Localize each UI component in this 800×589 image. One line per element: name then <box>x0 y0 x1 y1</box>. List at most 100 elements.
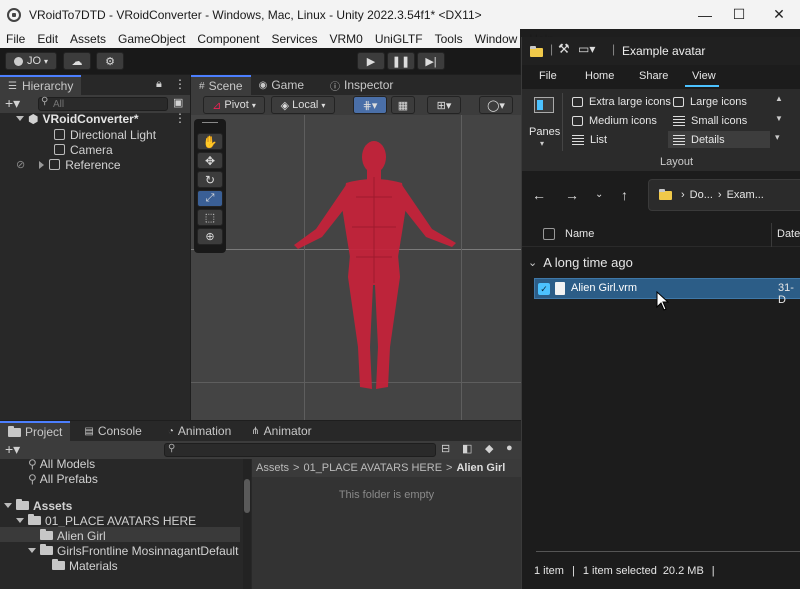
menu-assets[interactable]: Assets <box>64 32 112 46</box>
menu-uniGLTF[interactable]: UniGLTF <box>369 32 429 46</box>
row-checkbox[interactable]: ✓ <box>538 283 550 295</box>
rect-tool[interactable]: ⬚ <box>197 209 223 226</box>
expand-icon[interactable] <box>16 518 24 523</box>
ribbon-tab-view[interactable]: View <box>692 70 716 82</box>
hidden-packages-icon[interactable]: ● <box>506 442 513 454</box>
select-all-checkbox[interactable] <box>543 228 555 240</box>
scene-kebab-icon[interactable]: ⋮ <box>174 111 186 125</box>
up-icon[interactable]: ↑ <box>621 187 628 203</box>
menu-component[interactable]: Component <box>191 32 265 46</box>
menu-services[interactable]: Services <box>265 32 323 46</box>
cloud-button[interactable]: ☁ <box>63 52 91 70</box>
scrollbar-thumb[interactable] <box>244 479 250 513</box>
pivot-dropdown[interactable]: ⊿ Pivot ▾ <box>203 96 265 114</box>
hierarchy-item-directional-light[interactable]: Directional Light <box>54 127 156 142</box>
scale-tool[interactable]: ⤢ <box>197 190 223 207</box>
ribbon-tab-home[interactable]: Home <box>585 70 614 82</box>
kebab-icon[interactable]: ⋮ <box>174 77 186 91</box>
search-by-type-icon[interactable]: ⊟ <box>441 442 450 455</box>
layout-large-icons[interactable]: Large icons <box>673 96 747 108</box>
menu-tools[interactable]: Tools <box>429 32 469 46</box>
hidden-eye-icon[interactable]: ⊘ <box>16 158 25 171</box>
file-group-header[interactable]: ⌄ A long time ago <box>528 255 633 270</box>
add-icon[interactable]: +▾ <box>5 95 20 112</box>
folder-place-avatars[interactable]: 01_PLACE AVATARS HERE <box>16 513 196 528</box>
menu-vrm0[interactable]: VRM0 <box>323 32 368 46</box>
menu-gameobject[interactable]: GameObject <box>112 32 191 46</box>
tab-console[interactable]: ▤ Console <box>76 421 149 441</box>
avatar-model[interactable] <box>286 137 466 397</box>
hand-tool[interactable]: ✋ <box>197 133 223 150</box>
expand-icon[interactable] <box>4 503 12 508</box>
breadcrumb-item[interactable]: Alien Girl <box>456 462 505 474</box>
favorite-all-prefabs[interactable]: ⚲ All Prefabs <box>28 471 98 486</box>
tab-hierarchy[interactable]: ☰ Hierarchy <box>0 75 82 95</box>
panes-label[interactable]: Panes <box>529 126 560 138</box>
tab-scene[interactable]: # Scene <box>191 75 251 95</box>
back-icon[interactable]: ← <box>532 187 546 203</box>
close-icon[interactable]: ✕ <box>760 0 798 29</box>
folder-alien-girl[interactable]: Alien Girl <box>40 528 106 543</box>
new-folder-icon[interactable]: ▭▾ <box>578 42 595 56</box>
add-asset-icon[interactable]: +▾ <box>5 441 20 458</box>
hierarchy-item-camera[interactable]: Camera <box>54 142 113 157</box>
layout-medium-icons[interactable]: Medium icons <box>572 115 657 127</box>
local-dropdown[interactable]: ◈ Local ▾ <box>271 96 335 114</box>
project-tree-scrollbar[interactable] <box>243 459 251 589</box>
expand-icon[interactable] <box>16 116 24 121</box>
address-segment[interactable]: Exam... <box>727 189 764 201</box>
menu-file[interactable]: File <box>0 32 31 46</box>
column-date[interactable]: Date <box>777 228 800 240</box>
tab-inspector[interactable]: ⓘ Inspector <box>322 75 401 95</box>
pause-button[interactable]: ❚❚ <box>387 52 415 70</box>
forward-icon[interactable]: → <box>565 187 579 203</box>
folder-girlsfrontline[interactable]: GirlsFrontline MosinnagantDefault <box>28 543 238 558</box>
filter-icon[interactable]: ▣ <box>173 96 183 109</box>
column-name[interactable]: Name <box>565 228 594 240</box>
collapse-icon[interactable] <box>39 160 45 169</box>
tab-animator[interactable]: ⋔ Animator <box>243 421 319 441</box>
hierarchy-item-reference[interactable]: ⊘ Reference <box>16 157 121 172</box>
layout-small-icons[interactable]: Small icons <box>673 115 747 127</box>
menu-window[interactable]: Window <box>469 32 524 46</box>
lock-icon[interactable]: 🔒︎ <box>156 78 162 91</box>
folder-materials[interactable]: Materials <box>52 558 118 573</box>
account-button[interactable]: JO ▾ <box>5 52 57 70</box>
layout-extra-large-icons[interactable]: Extra large icons <box>572 96 671 108</box>
snap-increment-button[interactable]: ▦ <box>391 96 415 114</box>
tab-game[interactable]: ◉ Game <box>251 75 312 95</box>
layout-details[interactable]: Details <box>673 134 725 146</box>
render-mode-button[interactable]: ⊞▾ <box>427 96 461 114</box>
assets-root[interactable]: Assets <box>4 498 72 513</box>
expand-layout-icon[interactable]: ▾ <box>775 132 780 143</box>
scene-row[interactable]: ⬢ VRoidConverter* <box>16 111 139 126</box>
tag-icon[interactable]: ◆ <box>485 442 493 455</box>
transform-tool[interactable]: ⊕ <box>197 228 223 245</box>
recent-icon[interactable]: ⌄ <box>595 189 603 200</box>
tab-animation[interactable]: ◔ Animation <box>160 421 239 441</box>
breadcrumb-item[interactable]: Assets <box>256 462 289 474</box>
project-search-input[interactable]: ⚲ <box>164 443 436 457</box>
label-icon[interactable]: ◧ <box>462 442 472 455</box>
play-button[interactable]: ▶ <box>357 52 385 70</box>
minimize-icon[interactable]: — <box>686 0 724 29</box>
ribbon-tab-file[interactable]: File <box>539 70 557 82</box>
favorite-all-models[interactable]: ⚲ All Models <box>28 456 95 471</box>
expand-icon[interactable] <box>28 548 36 553</box>
settings-button[interactable]: ⚙ <box>96 52 124 70</box>
draw-mode-button[interactable]: ◯▾ <box>479 96 513 114</box>
hierarchy-search-input[interactable] <box>38 97 168 111</box>
address-segment[interactable]: Do... <box>690 189 713 201</box>
maximize-icon[interactable]: ☐ <box>720 0 758 29</box>
chevron-down-icon[interactable]: ⌄ <box>528 256 537 269</box>
move-tool[interactable]: ✥ <box>197 152 223 169</box>
breadcrumb-item[interactable]: 01_PLACE AVATARS HERE <box>303 462 442 474</box>
panes-icon[interactable] <box>534 97 554 113</box>
menu-edit[interactable]: Edit <box>31 32 64 46</box>
layout-list[interactable]: List <box>572 134 607 146</box>
ribbon-tab-share[interactable]: Share <box>639 70 668 82</box>
tab-project[interactable]: Project <box>0 421 71 441</box>
properties-icon[interactable]: ⚒ <box>558 41 570 57</box>
address-bar[interactable]: › Do... › Exam... <box>648 179 800 211</box>
rotate-tool[interactable]: ↻ <box>197 171 223 188</box>
